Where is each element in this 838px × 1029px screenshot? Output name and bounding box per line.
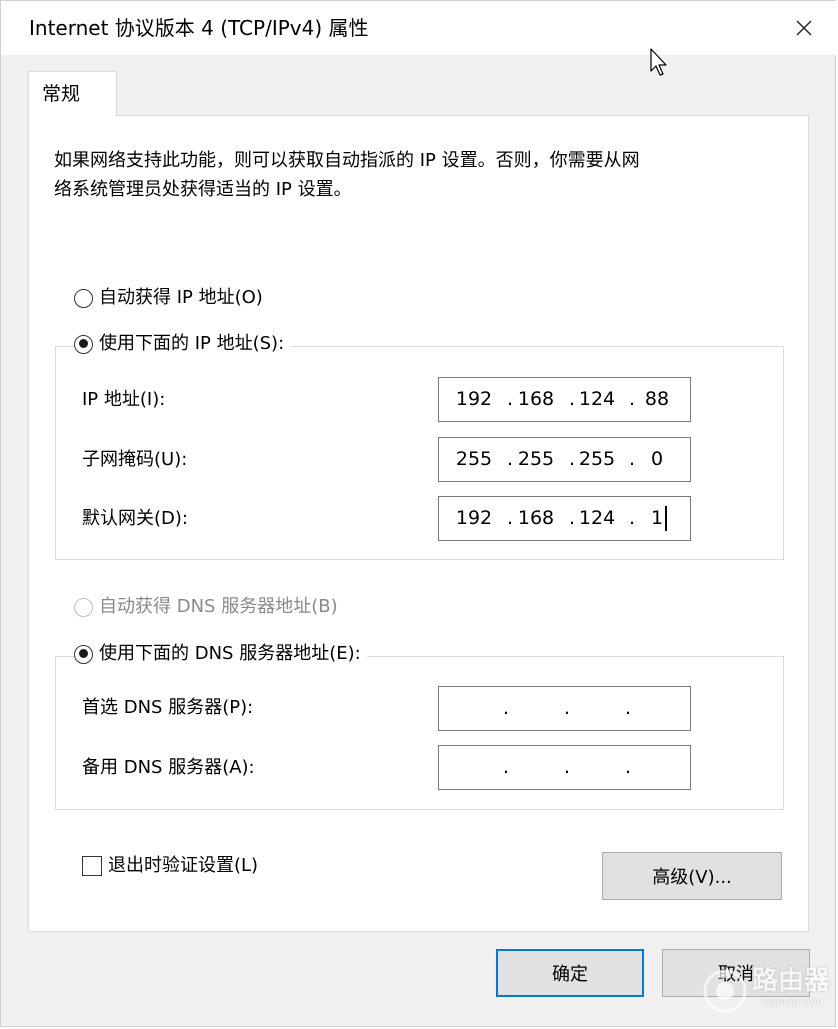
- radio-manual-ip-label: 使用下面的 IP 地址(S):: [99, 333, 285, 354]
- default-gateway-octet-4: 1: [650, 507, 664, 529]
- subnet-mask-octet-1: 255: [455, 448, 493, 470]
- ip-dot: .: [502, 697, 510, 719]
- alternate-dns-label: 备用 DNS 服务器(A):: [82, 757, 255, 778]
- watermark: 路由器 luyouqi.com: [700, 964, 830, 1014]
- description-text: 如果网络支持此功能，则可以获取自动指派的 IP 设置。否则，你需要从网 络系统管…: [54, 146, 754, 204]
- default-gateway-label: 默认网关(D):: [82, 508, 188, 529]
- router-logo-icon: [703, 969, 747, 1013]
- watermark-text: 路由器: [752, 966, 831, 996]
- ip-dot: .: [624, 756, 632, 778]
- radio-auto-ip-label: 自动获得 IP 地址(O): [99, 287, 263, 308]
- alternate-dns-octet-2: [511, 746, 561, 789]
- ip-address-octet-3: 124: [578, 388, 616, 410]
- ip-dot: .: [563, 697, 571, 719]
- default-gateway-octet-3: 124: [578, 507, 616, 529]
- ok-button[interactable]: 确定: [496, 949, 644, 997]
- ip-address-label: IP 地址(I):: [82, 389, 166, 410]
- radio-manual-dns-indicator[interactable]: [74, 644, 93, 664]
- ip-dot: .: [563, 756, 571, 778]
- close-button[interactable]: [789, 13, 819, 43]
- text-caret: [665, 506, 667, 531]
- alternate-dns-octet-1: [449, 746, 499, 789]
- preferred-dns-label: 首选 DNS 服务器(P):: [82, 697, 254, 718]
- ip-address-octet-4: 88: [644, 388, 670, 410]
- description-line-2: 络系统管理员处获得适当的 IP 设置。: [54, 179, 352, 200]
- description-line-1: 如果网络支持此功能，则可以获取自动指派的 IP 设置。否则，你需要从网: [54, 150, 640, 171]
- ip-dot: .: [502, 756, 510, 778]
- mouse-pointer-icon: [650, 48, 667, 76]
- advanced-button[interactable]: 高级(V)...: [602, 852, 782, 900]
- subnet-mask-octet-4: 0: [650, 448, 664, 470]
- close-icon: [796, 20, 812, 36]
- alternate-dns-input[interactable]: . . .: [438, 745, 691, 790]
- default-gateway-input[interactable]: 192 . 168 . 124 . 1: [438, 496, 691, 541]
- ip-address-octet-1: 192: [455, 388, 493, 410]
- radio-auto-dns-indicator: [74, 597, 93, 617]
- ip-dot: .: [624, 697, 632, 719]
- title-bar[interactable]: Internet 协议版本 4 (TCP/IPv4) 属性: [1, 1, 837, 55]
- preferred-dns-octet-2: [511, 687, 561, 730]
- default-gateway-octet-1: 192: [455, 507, 493, 529]
- preferred-dns-octet-4: [632, 687, 682, 730]
- radio-manual-dns-label: 使用下面的 DNS 服务器地址(E):: [99, 643, 361, 664]
- radio-auto-ip-indicator[interactable]: [74, 288, 93, 308]
- preferred-dns-octet-1: [449, 687, 499, 730]
- validate-on-exit-checkbox[interactable]: 退出时验证设置(L): [82, 855, 258, 877]
- ip-address-octet-2: 168: [517, 388, 555, 410]
- validate-on-exit-label: 退出时验证设置(L): [108, 855, 259, 876]
- default-gateway-octet-2: 168: [517, 507, 555, 529]
- watermark-subtext: luyouqi.com: [762, 997, 824, 1008]
- radio-auto-dns-label: 自动获得 DNS 服务器地址(B): [99, 596, 338, 617]
- preferred-dns-input[interactable]: . . .: [438, 686, 691, 731]
- subnet-mask-octet-2: 255: [517, 448, 555, 470]
- radio-manual-dns[interactable]: 使用下面的 DNS 服务器地址(E):: [74, 643, 367, 665]
- tab-general[interactable]: 常规: [28, 71, 117, 117]
- alternate-dns-octet-4: [632, 746, 682, 789]
- radio-auto-ip[interactable]: 自动获得 IP 地址(O): [74, 287, 263, 309]
- tab-general-label: 常规: [42, 83, 81, 105]
- alternate-dns-octet-3: [572, 746, 622, 789]
- window-title: Internet 协议版本 4 (TCP/IPv4) 属性: [29, 16, 369, 40]
- preferred-dns-octet-3: [572, 687, 622, 730]
- validate-on-exit-box[interactable]: [82, 856, 102, 876]
- subnet-mask-label: 子网掩码(U):: [82, 449, 188, 470]
- subnet-mask-octet-3: 255: [578, 448, 616, 470]
- radio-manual-ip[interactable]: 使用下面的 IP 地址(S):: [74, 333, 291, 355]
- radio-manual-ip-indicator[interactable]: [74, 334, 93, 354]
- subnet-mask-input[interactable]: 255 . 255 . 255 . 0: [438, 437, 691, 482]
- radio-auto-dns: 自动获得 DNS 服务器地址(B): [74, 596, 338, 618]
- ip-address-input[interactable]: 192 . 168 . 124 . 88: [438, 377, 691, 422]
